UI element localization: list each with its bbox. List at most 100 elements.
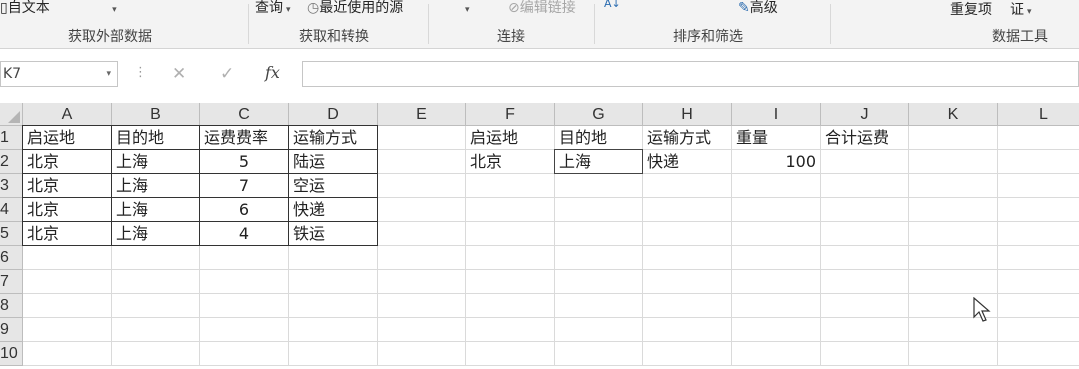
- cell-g9[interactable]: [555, 318, 643, 342]
- cell-k5[interactable]: [909, 222, 998, 246]
- cell-e1[interactable]: [378, 126, 466, 150]
- cell-b6[interactable]: [112, 246, 200, 270]
- cell-e7[interactable]: [378, 270, 466, 294]
- cell-b9[interactable]: [112, 318, 200, 342]
- row-header-3[interactable]: 3: [0, 174, 23, 198]
- cancel-icon[interactable]: ✕: [172, 64, 186, 84]
- cell-i2[interactable]: 100: [732, 150, 821, 174]
- cell-c5[interactable]: 4: [200, 222, 289, 246]
- cell-k6[interactable]: [909, 246, 998, 270]
- cell-j7[interactable]: [821, 270, 909, 294]
- cell-a2[interactable]: 北京: [23, 150, 112, 174]
- cell-b7[interactable]: [112, 270, 200, 294]
- cell-g7[interactable]: [555, 270, 643, 294]
- cell-e8[interactable]: [378, 294, 466, 318]
- row-header-6[interactable]: 6: [0, 246, 23, 270]
- cell-g6[interactable]: [555, 246, 643, 270]
- remove-duplicates-button[interactable]: 重复项: [950, 2, 992, 18]
- cell-j4[interactable]: [821, 198, 909, 222]
- cell-e9[interactable]: [378, 318, 466, 342]
- cell-h2[interactable]: 快递: [643, 150, 732, 174]
- cell-a8[interactable]: [23, 294, 112, 318]
- cell-i5[interactable]: [732, 222, 821, 246]
- from-text-button[interactable]: ▯自文本 ▾: [0, 0, 117, 18]
- cell-l9[interactable]: [998, 318, 1079, 342]
- cell-f2[interactable]: 北京: [466, 150, 555, 174]
- column-header-i[interactable]: I: [732, 103, 821, 126]
- name-box[interactable]: K7 ▾: [0, 61, 118, 87]
- cell-i4[interactable]: [732, 198, 821, 222]
- sort-az-icon[interactable]: A↓: [604, 0, 621, 12]
- cell-c1[interactable]: 运费费率: [200, 126, 289, 150]
- cell-d3[interactable]: 空运: [289, 174, 378, 198]
- column-header-b[interactable]: B: [112, 103, 200, 126]
- cell-b2[interactable]: 上海: [112, 150, 200, 174]
- cell-f8[interactable]: [466, 294, 555, 318]
- cell-k3[interactable]: [909, 174, 998, 198]
- cell-g4[interactable]: [555, 198, 643, 222]
- cell-f6[interactable]: [466, 246, 555, 270]
- cell-j3[interactable]: [821, 174, 909, 198]
- cell-f7[interactable]: [466, 270, 555, 294]
- cell-b8[interactable]: [112, 294, 200, 318]
- column-header-j[interactable]: J: [821, 103, 909, 126]
- cell-c9[interactable]: [200, 318, 289, 342]
- cell-h3[interactable]: [643, 174, 732, 198]
- cell-f3[interactable]: [466, 174, 555, 198]
- cell-c7[interactable]: [200, 270, 289, 294]
- cell-c3[interactable]: 7: [200, 174, 289, 198]
- cell-g10[interactable]: [555, 342, 643, 366]
- cell-l4[interactable]: [998, 198, 1079, 222]
- cell-a3[interactable]: 北京: [23, 174, 112, 198]
- cell-i10[interactable]: [732, 342, 821, 366]
- cell-a1[interactable]: 启运地: [23, 126, 112, 150]
- cell-h5[interactable]: [643, 222, 732, 246]
- cell-d10[interactable]: [289, 342, 378, 366]
- cell-e2[interactable]: [378, 150, 466, 174]
- cell-b3[interactable]: 上海: [112, 174, 200, 198]
- cell-k4[interactable]: [909, 198, 998, 222]
- cell-a7[interactable]: [23, 270, 112, 294]
- cell-g8[interactable]: [555, 294, 643, 318]
- cell-e3[interactable]: [378, 174, 466, 198]
- cell-d5[interactable]: 铁运: [289, 222, 378, 246]
- cell-g2[interactable]: 上海: [555, 150, 643, 174]
- cell-h6[interactable]: [643, 246, 732, 270]
- cell-f9[interactable]: [466, 318, 555, 342]
- cell-k10[interactable]: [909, 342, 998, 366]
- cell-i1[interactable]: 重量: [732, 126, 821, 150]
- row-header-9[interactable]: 9: [0, 318, 23, 342]
- cell-d2[interactable]: 陆运: [289, 150, 378, 174]
- cell-j6[interactable]: [821, 246, 909, 270]
- column-header-k[interactable]: K: [909, 103, 998, 126]
- cell-j10[interactable]: [821, 342, 909, 366]
- cell-f4[interactable]: [466, 198, 555, 222]
- cell-g3[interactable]: [555, 174, 643, 198]
- cell-d1[interactable]: 运输方式: [289, 126, 378, 150]
- cell-c2[interactable]: 5: [200, 150, 289, 174]
- cell-h8[interactable]: [643, 294, 732, 318]
- cell-h4[interactable]: [643, 198, 732, 222]
- cell-l7[interactable]: [998, 270, 1079, 294]
- cell-e5[interactable]: [378, 222, 466, 246]
- cell-d6[interactable]: [289, 246, 378, 270]
- cell-h10[interactable]: [643, 342, 732, 366]
- cell-i9[interactable]: [732, 318, 821, 342]
- cell-f5[interactable]: [466, 222, 555, 246]
- cell-i7[interactable]: [732, 270, 821, 294]
- column-header-a[interactable]: A: [23, 103, 112, 126]
- cell-i6[interactable]: [732, 246, 821, 270]
- cell-e4[interactable]: [378, 198, 466, 222]
- column-header-f[interactable]: F: [466, 103, 555, 126]
- cell-b5[interactable]: 上海: [112, 222, 200, 246]
- cell-c4[interactable]: 6: [200, 198, 289, 222]
- cell-l5[interactable]: [998, 222, 1079, 246]
- column-header-l[interactable]: L: [998, 103, 1079, 126]
- cell-j9[interactable]: [821, 318, 909, 342]
- cell-f1[interactable]: 启运地: [466, 126, 555, 150]
- cell-l2[interactable]: [998, 150, 1079, 174]
- cell-l3[interactable]: [998, 174, 1079, 198]
- cell-c6[interactable]: [200, 246, 289, 270]
- column-header-g[interactable]: G: [555, 103, 643, 126]
- cell-g1[interactable]: 目的地: [555, 126, 643, 150]
